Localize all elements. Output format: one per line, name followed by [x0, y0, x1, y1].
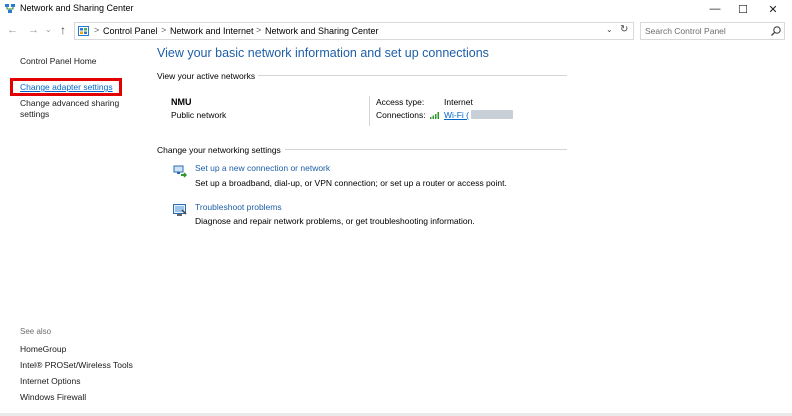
recent-locations-chevron-icon[interactable]: ⌄	[45, 25, 52, 34]
sidebar-control-panel-home[interactable]: Control Panel Home	[20, 56, 97, 66]
wifi-connection-link[interactable]: Wi-Fi (	[444, 110, 514, 120]
breadcrumb-separator: >	[161, 25, 167, 35]
wifi-connection-name: Wi-Fi (	[444, 110, 470, 120]
setup-new-connection-link[interactable]: Set up a new connection or network	[195, 163, 330, 173]
breadcrumb-separator: >	[256, 25, 262, 35]
control-panel-icon	[78, 26, 89, 36]
search-icon[interactable]	[770, 25, 782, 37]
section-divider	[258, 75, 567, 76]
sidebar-change-advanced-sharing-line1[interactable]: Change advanced sharing	[20, 98, 119, 108]
search-input[interactable]	[645, 25, 765, 37]
access-type-label: Access type:	[376, 97, 425, 107]
see-also-homegroup[interactable]: HomeGroup	[20, 344, 66, 354]
network-center-icon	[5, 4, 15, 13]
breadcrumb-separator: >	[94, 25, 100, 35]
back-arrow-icon[interactable]: ←	[7, 24, 18, 36]
maximize-button[interactable]: ☐	[728, 0, 758, 18]
networking-settings-heading: Change your networking settings	[157, 145, 281, 155]
access-type-value: Internet	[444, 97, 473, 107]
navigation-bar: ← → ⌄ ↑ > Control Panel > Network and In…	[0, 22, 792, 42]
connections-label: Connections:	[376, 110, 426, 120]
see-also-intel-proset[interactable]: Intel® PROSet/Wireless Tools	[20, 360, 133, 370]
new-connection-icon	[173, 165, 188, 178]
network-divider	[369, 96, 370, 126]
minimize-button[interactable]: —	[700, 0, 730, 18]
setup-new-connection-description: Set up a broadband, dial-up, or VPN conn…	[195, 178, 507, 188]
section-divider	[285, 149, 567, 150]
redacted-network-name	[471, 110, 514, 119]
troubleshoot-icon	[173, 204, 187, 216]
sidebar-change-advanced-sharing-line2[interactable]: settings	[20, 109, 49, 119]
see-also-windows-firewall[interactable]: Windows Firewall	[20, 392, 86, 402]
window-title: Network and Sharing Center	[20, 3, 134, 13]
breadcrumb-control-panel[interactable]: Control Panel	[103, 26, 158, 36]
network-name: NMU	[171, 97, 192, 107]
refresh-icon[interactable]: ↻	[620, 24, 628, 35]
wifi-signal-icon	[430, 112, 439, 119]
see-also-label: See also	[20, 327, 52, 336]
address-dropdown-chevron-icon[interactable]: ⌄	[606, 25, 613, 34]
troubleshoot-description: Diagnose and repair network problems, or…	[195, 216, 475, 226]
close-button[interactable]: ✕	[758, 0, 788, 18]
active-networks-heading: View your active networks	[157, 71, 256, 81]
network-category-link[interactable]: Public network	[171, 110, 226, 120]
forward-arrow-icon[interactable]: →	[28, 24, 39, 36]
up-arrow-icon[interactable]: ↑	[60, 23, 66, 37]
see-also-internet-options[interactable]: Internet Options	[20, 376, 80, 386]
breadcrumb-network-and-sharing-center[interactable]: Network and Sharing Center	[265, 26, 379, 36]
breadcrumb-network-and-internet[interactable]: Network and Internet	[170, 26, 254, 36]
highlight-box	[10, 78, 122, 96]
address-bar[interactable]: > Control Panel > Network and Internet >…	[74, 22, 634, 40]
title-bar: Network and Sharing Center — ☐ ✕	[0, 0, 792, 18]
search-box[interactable]	[640, 22, 785, 40]
page-title: View your basic network information and …	[157, 46, 489, 60]
troubleshoot-problems-link[interactable]: Troubleshoot problems	[195, 202, 282, 212]
